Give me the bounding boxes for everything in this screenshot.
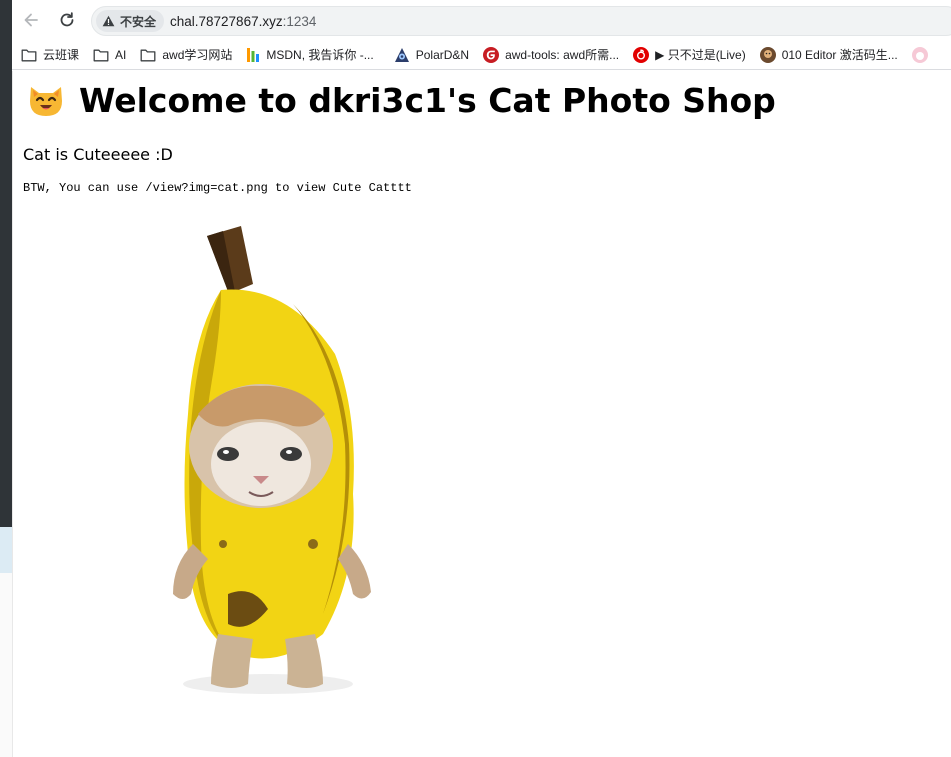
bookmark-item[interactable]: MSDN, 我告诉你 -...	[246, 43, 374, 67]
bookmark-item-overflow[interactable]	[911, 43, 928, 67]
bookmark-item[interactable]: AI	[93, 43, 126, 67]
folder-icon	[21, 49, 37, 61]
security-label: 不安全	[120, 14, 157, 29]
arrow-left-icon	[24, 13, 38, 27]
pink-avatar-icon	[911, 46, 928, 63]
banana-cat-image	[23, 214, 525, 716]
subtitle-text: Cat is Cuteeeee :D	[23, 145, 173, 164]
bookmark-item[interactable]: awd-tools: awd所需...	[483, 43, 619, 67]
bookmark-label: 云班课	[43, 48, 80, 62]
browser-toolbar: 不安全 chal.78727867.xyz:1234	[12, 0, 951, 40]
bookmarks-bar: 云班课 AI awd学习网站 MSDN, 我告诉你 -... PolarD&N …	[12, 40, 951, 70]
bookmark-label: AI	[115, 47, 127, 62]
page-heading: Welcome to dkri3c1's Cat Photo Shop	[27, 81, 776, 120]
folder-icon	[140, 49, 156, 61]
reload-icon	[60, 12, 74, 27]
back-button[interactable]	[19, 8, 43, 32]
page-content: Welcome to dkri3c1's Cat Photo Shop Cat …	[12, 71, 951, 757]
url-text[interactable]: chal.78727867.xyz:1234	[170, 14, 316, 29]
bookmark-item[interactable]: PolarD&N	[394, 43, 469, 67]
bookmark-label: awd学习网站	[162, 48, 233, 62]
heading-text: Welcome to dkri3c1's Cat Photo Shop	[79, 81, 776, 120]
bookmark-item[interactable]: ▶ 只不过是(Live)	[633, 43, 746, 67]
msdn-icon	[247, 47, 260, 62]
bookmark-item[interactable]: 010 Editor 激活码生...	[759, 43, 898, 67]
bookmark-label: awd-tools: awd所需...	[505, 48, 620, 62]
bookmark-item[interactable]: awd学习网站	[140, 43, 232, 67]
warning-icon	[102, 15, 115, 27]
bookmark-label: 010 Editor 激活码生...	[781, 48, 898, 62]
bookmark-item[interactable]: 云班课	[21, 43, 79, 67]
polar-icon	[394, 47, 409, 62]
background-window-strip	[0, 0, 12, 757]
avatar-icon	[759, 46, 776, 63]
folder-icon	[93, 49, 109, 61]
url-port: :1234	[282, 14, 317, 29]
address-bar[interactable]: 不安全 chal.78727867.xyz:1234	[91, 6, 951, 36]
security-chip[interactable]: 不安全	[96, 10, 165, 32]
bookmark-label: MSDN, 我告诉你 -...	[266, 48, 374, 62]
bookmark-label: ▶ 只不过是(Live)	[655, 48, 746, 62]
hint-text: BTW, You can use /view?img=cat.png to vi…	[23, 181, 412, 195]
browser-window: 不安全 chal.78727867.xyz:1234 云班课 AI awd学习网…	[12, 0, 951, 757]
cat-face-icon	[30, 86, 62, 116]
netease-music-icon	[633, 46, 650, 63]
background-window-panel	[0, 527, 12, 573]
reload-button[interactable]	[55, 8, 79, 32]
url-host: chal.78727867.xyz	[170, 14, 283, 29]
background-window-panel-lower	[0, 573, 12, 757]
bookmark-label: PolarD&N	[415, 47, 470, 62]
gitee-icon	[483, 46, 500, 63]
